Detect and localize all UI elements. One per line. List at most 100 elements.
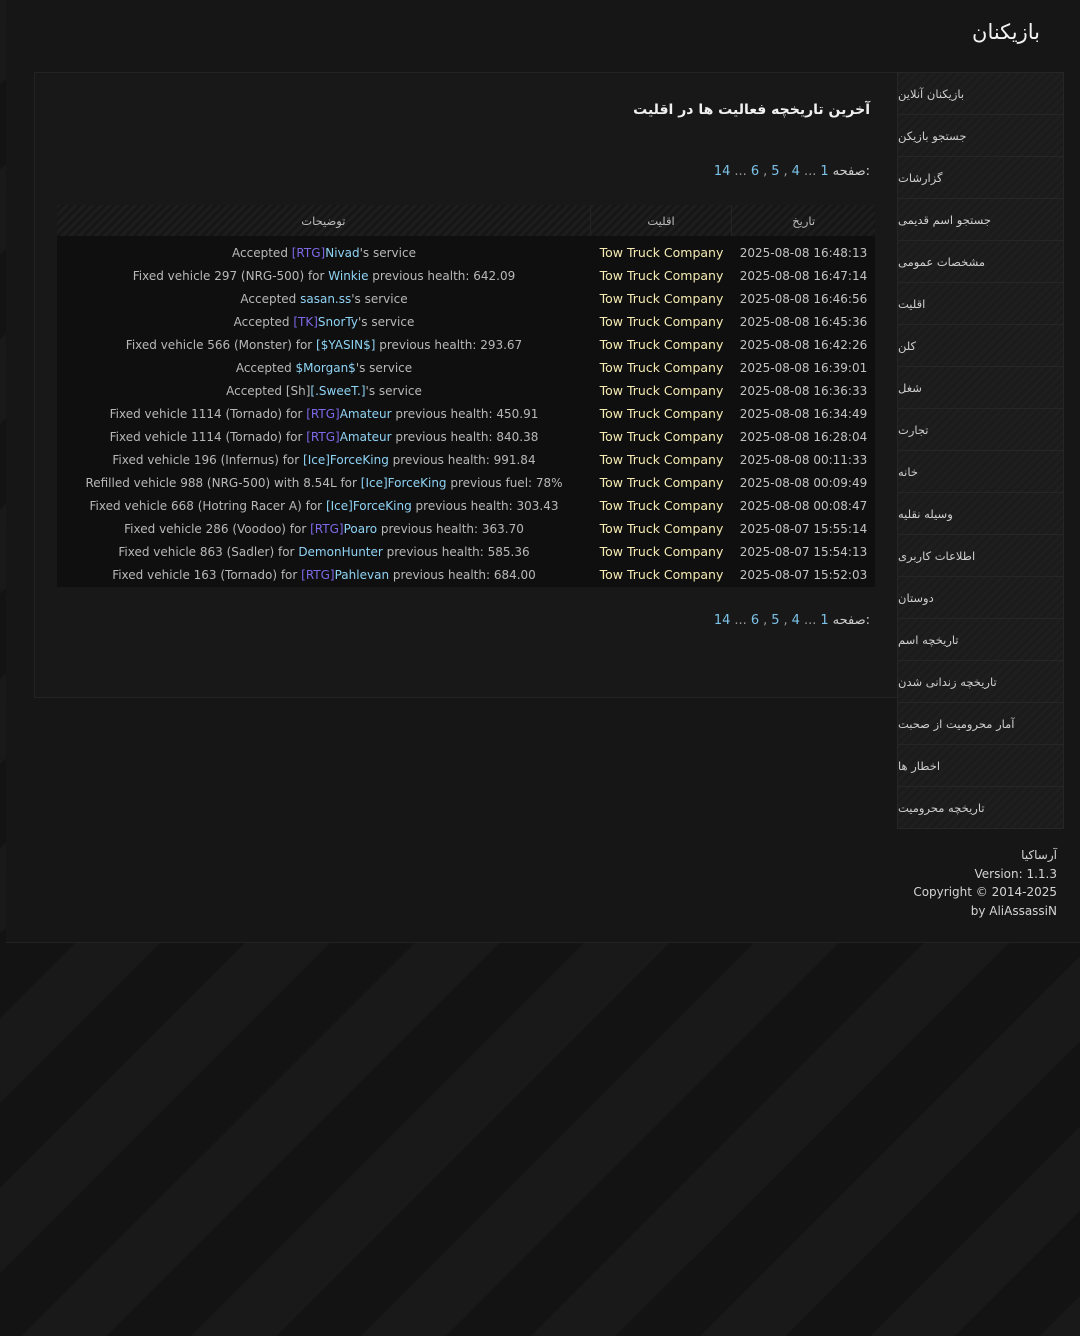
description-text: 's service: [357, 314, 415, 329]
sidebar-item-2[interactable]: گزارشات: [898, 157, 1063, 199]
player-link[interactable]: [.SweeT.]: [310, 384, 365, 398]
sidebar-item-5[interactable]: اقلیت: [898, 283, 1063, 325]
cell-date: 2025-08-08 16:46:56: [739, 291, 868, 306]
sidebar-item-8[interactable]: تجارت: [898, 409, 1063, 451]
cell-faction: Tow Truck Company: [599, 337, 724, 352]
page-link-1[interactable]: 1: [820, 613, 828, 628]
page-link-4[interactable]: 4: [792, 613, 800, 628]
player-link[interactable]: Winkie: [328, 269, 368, 283]
cell-description: Refilled vehicle 988 (NRG-500) with 8.54…: [57, 476, 591, 490]
page-link-6[interactable]: 6: [751, 613, 759, 628]
sidebar-item-17[interactable]: تاریخچه محرومیت: [898, 787, 1063, 828]
sidebar-item-10[interactable]: وسیله نقلیه: [898, 493, 1063, 535]
description-text: previous fuel: 78%: [446, 475, 563, 490]
cell-description: Fixed vehicle 297 (NRG-500) for Winkie p…: [57, 269, 591, 283]
page-link-5[interactable]: 5: [771, 613, 779, 628]
player-link[interactable]: SnorTy: [318, 315, 358, 329]
sidebar-item-0[interactable]: بازیکنان آنلاین: [898, 73, 1063, 115]
description-text: previous health: 642.09: [368, 268, 516, 283]
description-text: Fixed vehicle 863 (Sadler) for: [118, 544, 299, 559]
pager-comma: ,: [763, 613, 768, 628]
column-header-date: تاریخ: [731, 205, 875, 236]
player-link[interactable]: [Ice]ForceKing: [361, 476, 447, 490]
column-header-description: توضیحات: [301, 213, 346, 228]
player-link[interactable]: Poaro: [344, 522, 378, 536]
cell-faction: Tow Truck Company: [599, 406, 724, 421]
pager-comma: ,: [763, 164, 768, 179]
cell-faction: Tow Truck Company: [599, 452, 724, 467]
player-link[interactable]: Pahlevan: [335, 568, 389, 582]
player-link[interactable]: DemonHunter: [298, 545, 383, 559]
player-tag: [TK]: [293, 314, 318, 329]
table-row: Accepted [RTG] Nivad's service Tow Truck C…: [57, 241, 875, 264]
description-text: 's service: [355, 360, 413, 375]
cell-description: Fixed vehicle 1114 (Tornado) for [RTG] Am…: [57, 407, 591, 421]
table-row: Fixed vehicle 297 (NRG-500) for Winkie p…: [57, 264, 875, 287]
table-row: Accepted sasan.ss's service Tow Truck Com…: [57, 287, 875, 310]
page-link-4[interactable]: 4: [792, 164, 800, 179]
sidebar-item-9[interactable]: خانه: [898, 451, 1063, 493]
description-text: Refilled vehicle 988 (NRG-500) with 8.54…: [85, 475, 361, 490]
description-text: previous health: 450.91: [391, 406, 539, 421]
table-header: توضیحات اقلیت تاریخ: [57, 205, 875, 236]
description-text: Fixed vehicle 163 (Tornado) for: [112, 567, 302, 582]
player-tag: [RTG]: [306, 406, 340, 421]
player-tag: [RTG]: [310, 521, 344, 536]
cell-description: Accepted [Sh] [.SweeT.]'s service: [57, 384, 591, 398]
sidebar-item-11[interactable]: اطلاعات کاربری: [898, 535, 1063, 577]
description-text: 's service: [351, 291, 408, 306]
page-link-last[interactable]: 14: [714, 164, 731, 179]
player-tag: [RTG]: [301, 567, 335, 582]
table-row: Fixed vehicle 668 (Hotring Racer A) for …: [57, 494, 875, 517]
cell-date: 2025-08-07 15:55:14: [739, 521, 868, 536]
cell-date: 2025-08-08 16:28:04: [739, 429, 868, 444]
player-link[interactable]: [Ice]ForceKing: [303, 453, 389, 467]
description-text: Accepted: [232, 245, 292, 260]
description-text: Fixed vehicle 286 (Voodoo) for: [124, 521, 311, 536]
sidebar-item-1[interactable]: جستجو بازیکن: [898, 115, 1063, 157]
player-link[interactable]: Amateur: [340, 430, 392, 444]
sidebar-item-13[interactable]: تاریخچه اسم: [898, 619, 1063, 661]
page-link-1[interactable]: 1: [820, 164, 828, 179]
sidebar-item-14[interactable]: تاریخچه زندانی شدن: [898, 661, 1063, 703]
pager-ellipsis: ...: [803, 613, 817, 628]
pager-ellipsis: ...: [734, 164, 747, 179]
table-row: Refilled vehicle 988 (NRG-500) with 8.54…: [57, 471, 875, 494]
sidebar-item-15[interactable]: آمار محرومیت از صحبت: [898, 703, 1063, 745]
player-link[interactable]: Amateur: [340, 407, 392, 421]
page-link-6[interactable]: 6: [751, 164, 759, 179]
table-row: Fixed vehicle 1114 (Tornado) for [RTG] Am…: [57, 402, 875, 425]
player-link[interactable]: Nivad: [325, 246, 359, 260]
pager-label: صفحه:: [832, 164, 870, 179]
description-text: 's service: [359, 245, 416, 260]
sidebar-item-3[interactable]: جستجو اسم قدیمی: [898, 199, 1063, 241]
description-text: previous health: 293.67: [375, 337, 523, 352]
cell-faction: Tow Truck Company: [599, 567, 724, 582]
cell-faction: Tow Truck Company: [599, 314, 724, 329]
sidebar-item-7[interactable]: شغل: [898, 367, 1063, 409]
page-link-5[interactable]: 5: [771, 164, 779, 179]
cell-date: 2025-08-08 16:39:01: [739, 360, 868, 375]
description-text: Fixed vehicle 196 (Infernus) for: [112, 452, 304, 467]
description-text: Fixed vehicle 297 (NRG-500) for: [132, 268, 329, 283]
description-text: 's service: [365, 383, 422, 398]
table-row: Fixed vehicle 1114 (Tornado) for [RTG] Am…: [57, 425, 875, 448]
description-text: Accepted: [233, 314, 294, 329]
cell-faction: Tow Truck Company: [599, 498, 724, 513]
player-tag: [RTG]: [291, 245, 326, 260]
table-row: Fixed vehicle 566 (Monster) for [$YASIN$…: [57, 333, 875, 356]
table-body: Accepted [RTG] Nivad's service Tow Truck C…: [57, 236, 875, 586]
pager-label: صفحه:: [832, 613, 870, 628]
sidebar-item-16[interactable]: اخطار ها: [898, 745, 1063, 787]
sidebar-item-4[interactable]: مشخصات عمومی: [898, 241, 1063, 283]
sidebar-item-12[interactable]: دوستان: [898, 577, 1063, 619]
cell-date: 2025-08-08 16:34:49: [739, 406, 868, 421]
sidebar-item-6[interactable]: کلن: [898, 325, 1063, 367]
player-link[interactable]: sasan.ss: [300, 292, 351, 306]
page-link-last[interactable]: 14: [714, 613, 731, 628]
player-link[interactable]: [$YASIN$]: [316, 338, 375, 352]
cell-faction: Tow Truck Company: [599, 429, 724, 444]
player-link[interactable]: [Ice]ForceKing: [326, 499, 412, 513]
player-link[interactable]: $Morgan$: [296, 361, 356, 375]
cell-date: 2025-08-08 00:11:33: [739, 452, 868, 467]
